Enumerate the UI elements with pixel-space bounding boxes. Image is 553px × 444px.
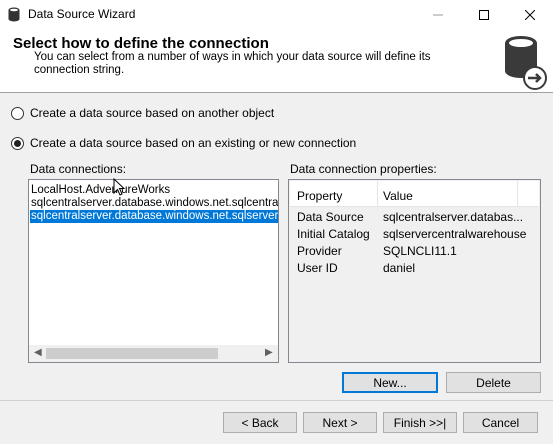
mouse-cursor-icon — [113, 178, 125, 196]
property-row: User ID daniel — [290, 260, 539, 277]
property-value: sqlcentralserver.databas... — [383, 210, 524, 224]
property-row: Provider SQLNCLI11.1 — [290, 243, 539, 260]
cancel-button[interactable]: Cancel — [463, 412, 538, 433]
property-row: Initial Catalog sqlservercentralwarehous… — [290, 226, 539, 243]
property-value: SQLNCLI11.1 — [383, 244, 457, 258]
page-description: You can select from a number of ways in … — [34, 51, 431, 76]
maximize-button[interactable] — [461, 0, 507, 29]
footer-divider — [0, 400, 553, 401]
column-header-value[interactable]: Value — [383, 189, 413, 203]
page-title: Select how to define the connection — [13, 35, 269, 52]
property-row: Data Source sqlcentralserver.databas... — [290, 209, 539, 226]
column-header-property[interactable]: Property — [297, 189, 342, 203]
scrollbar-thumb[interactable] — [46, 348, 218, 359]
radio-label: Create a data source based on an existin… — [30, 136, 357, 150]
property-key: Data Source — [297, 210, 364, 224]
next-button[interactable]: Next > — [303, 412, 377, 433]
property-value: daniel — [383, 261, 416, 275]
data-connections-label: Data connections: — [30, 162, 127, 176]
title-bar: Data Source Wizard — [0, 0, 553, 29]
data-connections-list[interactable]: LocalHost.AdventureWorks sqlcentralserve… — [28, 179, 279, 363]
minimize-button[interactable] — [415, 0, 461, 29]
list-item[interactable]: sqlcentralserver.database.windows.net.sq… — [31, 197, 278, 210]
radio-label: Create a data source based on another ob… — [30, 106, 275, 120]
close-icon — [525, 9, 535, 20]
wizard-header: Select how to define the connection You … — [0, 29, 553, 93]
radio-another-object[interactable]: Create a data source based on another ob… — [11, 106, 274, 120]
new-connection-button[interactable]: New... — [342, 372, 438, 393]
radio-button[interactable] — [11, 136, 24, 150]
radio-existing-connection[interactable]: Create a data source based on an existin… — [11, 136, 356, 150]
properties-header: Property Value — [290, 181, 539, 207]
property-key: Provider — [297, 244, 342, 258]
column-divider — [517, 181, 518, 207]
connection-properties-label: Data connection properties: — [290, 162, 437, 176]
list-item-selected[interactable]: sqlcentralserver.database.windows.net.sq… — [30, 210, 278, 223]
minimize-icon — [433, 14, 443, 15]
scroll-left-icon[interactable]: ◀ — [34, 347, 42, 358]
property-value: sqlservercentralwarehouse — [383, 227, 527, 241]
scroll-right-icon[interactable]: ▶ — [265, 347, 273, 358]
finish-button[interactable]: Finish >>| — [383, 412, 457, 433]
list-item[interactable]: LocalHost.AdventureWorks — [31, 184, 170, 197]
database-arrow-icon — [505, 36, 547, 90]
database-icon — [8, 7, 20, 22]
property-key: Initial Catalog — [297, 227, 370, 241]
back-button[interactable]: < Back — [223, 412, 297, 433]
connection-properties-grid: Property Value Data Source sqlcentralser… — [288, 179, 541, 363]
delete-connection-button[interactable]: Delete — [446, 372, 541, 393]
horizontal-scrollbar[interactable]: ◀ ▶ — [29, 345, 278, 362]
close-button[interactable] — [507, 0, 553, 29]
window-title: Data Source Wizard — [28, 7, 136, 21]
radio-button[interactable] — [11, 106, 24, 120]
property-key: User ID — [297, 261, 338, 275]
column-divider — [377, 181, 378, 207]
maximize-icon — [479, 9, 489, 20]
